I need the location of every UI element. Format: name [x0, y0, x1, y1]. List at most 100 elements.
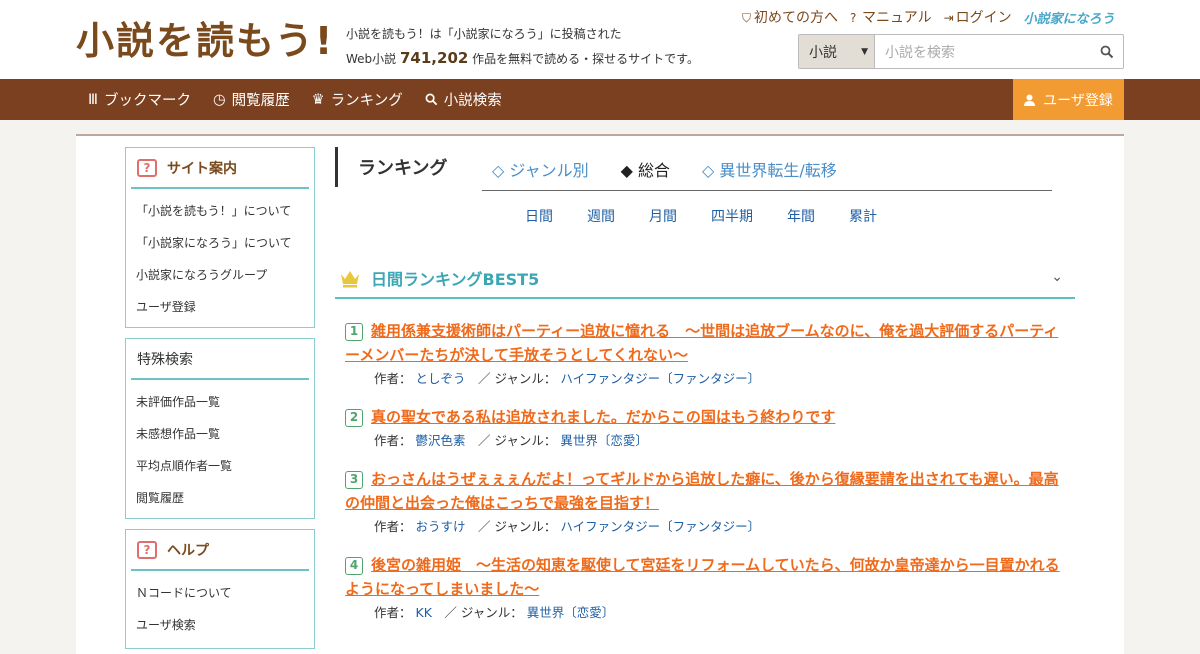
sidebar-item-about-narou[interactable]: 「小説家になろう」について: [136, 227, 314, 259]
chevron-down-icon[interactable]: ⌄: [1051, 269, 1063, 285]
author-link[interactable]: 鬱沢色素: [416, 433, 466, 448]
novel-title: 後宮の雑用姫 ～生活の知恵を駆使して宮廷をリフォームしていたら、何故か皇帝達から…: [345, 556, 1060, 598]
logo-text: 小説を読もう!: [76, 19, 335, 63]
sidebar-item-narou-group[interactable]: 小説家になろうグループ: [136, 259, 314, 291]
help-title: ヘルプ: [167, 542, 209, 559]
nav-search[interactable]: 小説検索: [425, 89, 502, 110]
site-guide-header: ? サイト案内: [131, 148, 309, 189]
novel-title-link[interactable]: 4 後宮の雑用姫 ～生活の知恵を駆使して宮廷をリフォームしていたら、何故か皇帝達か…: [345, 556, 1060, 598]
daily-best-header[interactable]: 日間ランキングBEST5 ⌄: [335, 258, 1075, 299]
nav-history-label: 閲覧履歴: [231, 93, 290, 109]
register-button[interactable]: ユーザ登録: [1013, 79, 1124, 120]
top-links: ⛉ 初めての方へ ? マニュアル ⇥ ログイン 小説家になろう: [742, 7, 1115, 27]
sidebar-item-user-search[interactable]: ユーザ検索: [136, 609, 314, 641]
period-daily[interactable]: 日間: [525, 206, 587, 226]
novel-meta: 作者： おうすけ ／ ジャンル： ハイファンタジー〔ファンタジー〕: [345, 515, 1070, 539]
tab-genre[interactable]: ◇ ジャンル別: [492, 157, 589, 181]
sidebar-item-avg-authors[interactable]: 平均点順作者一覧: [136, 450, 314, 482]
special-search-header: 特殊検索: [131, 339, 309, 380]
period-weekly[interactable]: 週間: [587, 206, 649, 226]
rank-number: 4: [345, 557, 363, 575]
beginner-link-label: 初めての方へ: [754, 10, 838, 26]
crown-icon: [341, 270, 359, 287]
genre-link[interactable]: 異世界〔恋愛〕: [560, 433, 648, 448]
ranking-tabs: ◇ ジャンル別 ◆ 総合 ◇ 異世界転生/転移: [482, 147, 1052, 191]
question-circle-icon: ?: [850, 11, 857, 25]
login-link-label: ログイン: [955, 10, 1012, 26]
search-type-select[interactable]: 小説 ▼: [799, 35, 875, 68]
site-tagline: 小説を読もう！は「小説家になろう」に投稿された Web小説 741,202 作品…: [346, 22, 699, 71]
manual-link-label: マニュアル: [862, 10, 932, 26]
work-count: 741,202: [400, 49, 469, 67]
period-tabs: 日間 週間 月間 四半期 年間 累計: [525, 206, 877, 226]
genre-link[interactable]: 異世界〔恋愛〕: [527, 605, 615, 620]
period-yearly[interactable]: 年間: [787, 206, 849, 226]
ranking-header: ランキング ◇ ジャンル別 ◆ 総合 ◇ 異世界転生/転移: [335, 147, 1075, 191]
search-box: 小説 ▼ 小説を検索: [798, 34, 1124, 69]
login-link[interactable]: ⇥ ログイン: [944, 7, 1012, 27]
novel-title: おっさんはうぜぇぇぇんだよ！ってギルドから追放した癖に、後から復縁要請を出されて…: [345, 470, 1059, 512]
tab-overall[interactable]: ◆ 総合: [621, 157, 670, 181]
search-input[interactable]: 小説を検索: [875, 35, 1091, 68]
period-monthly[interactable]: 月間: [649, 206, 711, 226]
search-type-value: 小説: [809, 44, 837, 61]
genre-label: ／ ジャンル：: [478, 371, 557, 386]
tagline-line2: Web小説 741,202 作品を無料で読める・探せるサイトです。: [346, 46, 699, 71]
nav-ranking[interactable]: ♛ ランキング: [312, 89, 403, 110]
sidebar-item-unrated[interactable]: 未評価作品一覧: [136, 386, 314, 418]
rank-number: 2: [345, 409, 363, 427]
sidebar-help: ? ヘルプ Ｎコードについて ユーザ検索: [125, 529, 315, 649]
genre-link[interactable]: ハイファンタジー〔ファンタジー〕: [560, 519, 760, 534]
novel-title-link[interactable]: 3 おっさんはうぜぇぇぇんだよ！ってギルドから追放した癖に、後から復縁要請を出され…: [345, 470, 1059, 512]
register-button-label: ユーザ登録: [1043, 92, 1113, 109]
novel-title-link[interactable]: 2 真の聖女である私は追放されました。だからこの国はもう終わりです: [345, 408, 836, 427]
novel-meta: 作者： としぞう ／ ジャンル： ハイファンタジー〔ファンタジー〕: [345, 367, 1070, 391]
manual-link[interactable]: ? マニュアル: [850, 7, 932, 27]
search-button[interactable]: [1091, 35, 1123, 68]
daily-best-title: 日間ランキングBEST5: [371, 269, 540, 289]
ranking-item: 4 後宮の雑用姫 ～生活の知恵を駆使して宮廷をリフォームしていたら、何故か皇帝達か…: [345, 553, 1070, 625]
period-total[interactable]: 累計: [849, 206, 877, 226]
search-icon: [1100, 45, 1114, 58]
ranking-title: ランキング: [335, 147, 447, 187]
author-label: 作者：: [374, 519, 412, 534]
novel-meta: 作者： 鬱沢色素 ／ ジャンル： 異世界〔恋愛〕: [345, 429, 1070, 453]
shield-icon: ⛉: [742, 11, 752, 25]
nav-search-label: 小説検索: [443, 93, 502, 109]
nav-ranking-label: ランキング: [330, 93, 403, 109]
site-guide-title: サイト案内: [167, 160, 237, 177]
author-link[interactable]: おうすけ: [416, 519, 466, 534]
author-link[interactable]: としぞう: [416, 371, 466, 386]
rank-number: 3: [345, 471, 363, 489]
sidebar-item-user-register[interactable]: ユーザ登録: [136, 291, 314, 323]
sidebar-item-about-yomou[interactable]: 「小説を読もう！」について: [136, 195, 314, 227]
sidebar-item-history[interactable]: 閲覧履歴: [136, 482, 314, 514]
sidebar-item-ncode[interactable]: Ｎコードについて: [136, 577, 314, 609]
author-label: 作者：: [374, 433, 412, 448]
help-header: ? ヘルプ: [131, 530, 309, 571]
site-header: 小説を読もう! 小説を読もう！は「小説家になろう」に投稿された Web小説 74…: [0, 0, 1200, 79]
search-icon: [425, 93, 437, 106]
narou-partner-logo[interactable]: 小説家になろう: [1024, 8, 1115, 27]
rank-number: 1: [345, 323, 363, 341]
ranking-item: 2 真の聖女である私は追放されました。だからこの国はもう終わりです 作者： 鬱沢色…: [345, 405, 1070, 453]
genre-link[interactable]: ハイファンタジー〔ファンタジー〕: [560, 371, 760, 386]
genre-label: ／ ジャンル：: [478, 433, 557, 448]
period-quarterly[interactable]: 四半期: [711, 206, 787, 226]
site-logo[interactable]: 小説を読もう!: [76, 18, 334, 64]
tagline-suffix: 作品を無料で読める・探せるサイトです。: [472, 52, 699, 66]
novel-title: 雑用係兼支援術師はパーティー追放に憧れる ～世間は追放ブームなのに、俺を過大評価…: [345, 322, 1059, 364]
author-link[interactable]: KK: [416, 605, 432, 620]
novel-title-link[interactable]: 1 雑用係兼支援術師はパーティー追放に憧れる ～世間は追放ブームなのに、俺を過大評…: [345, 322, 1058, 364]
novel-title: 真の聖女である私は追放されました。だからこの国はもう終わりです: [371, 408, 836, 426]
beginner-link[interactable]: ⛉ 初めての方へ: [742, 7, 838, 27]
nav-bookmark[interactable]: Ⅲ ブックマーク: [88, 89, 191, 110]
sidebar-item-no-impressions[interactable]: 未感想作品一覧: [136, 418, 314, 450]
tab-isekai[interactable]: ◇ 異世界転生/転移: [702, 157, 837, 181]
genre-label: ／ ジャンル：: [444, 605, 523, 620]
nav-bookmark-label: ブックマーク: [104, 93, 191, 109]
nav-history[interactable]: ◷ 閲覧履歴: [213, 89, 290, 110]
question-icon: ?: [137, 540, 157, 559]
caret-down-icon: ▼: [861, 47, 868, 57]
novel-meta: 作者： KK ／ ジャンル： 異世界〔恋愛〕: [345, 601, 1070, 625]
